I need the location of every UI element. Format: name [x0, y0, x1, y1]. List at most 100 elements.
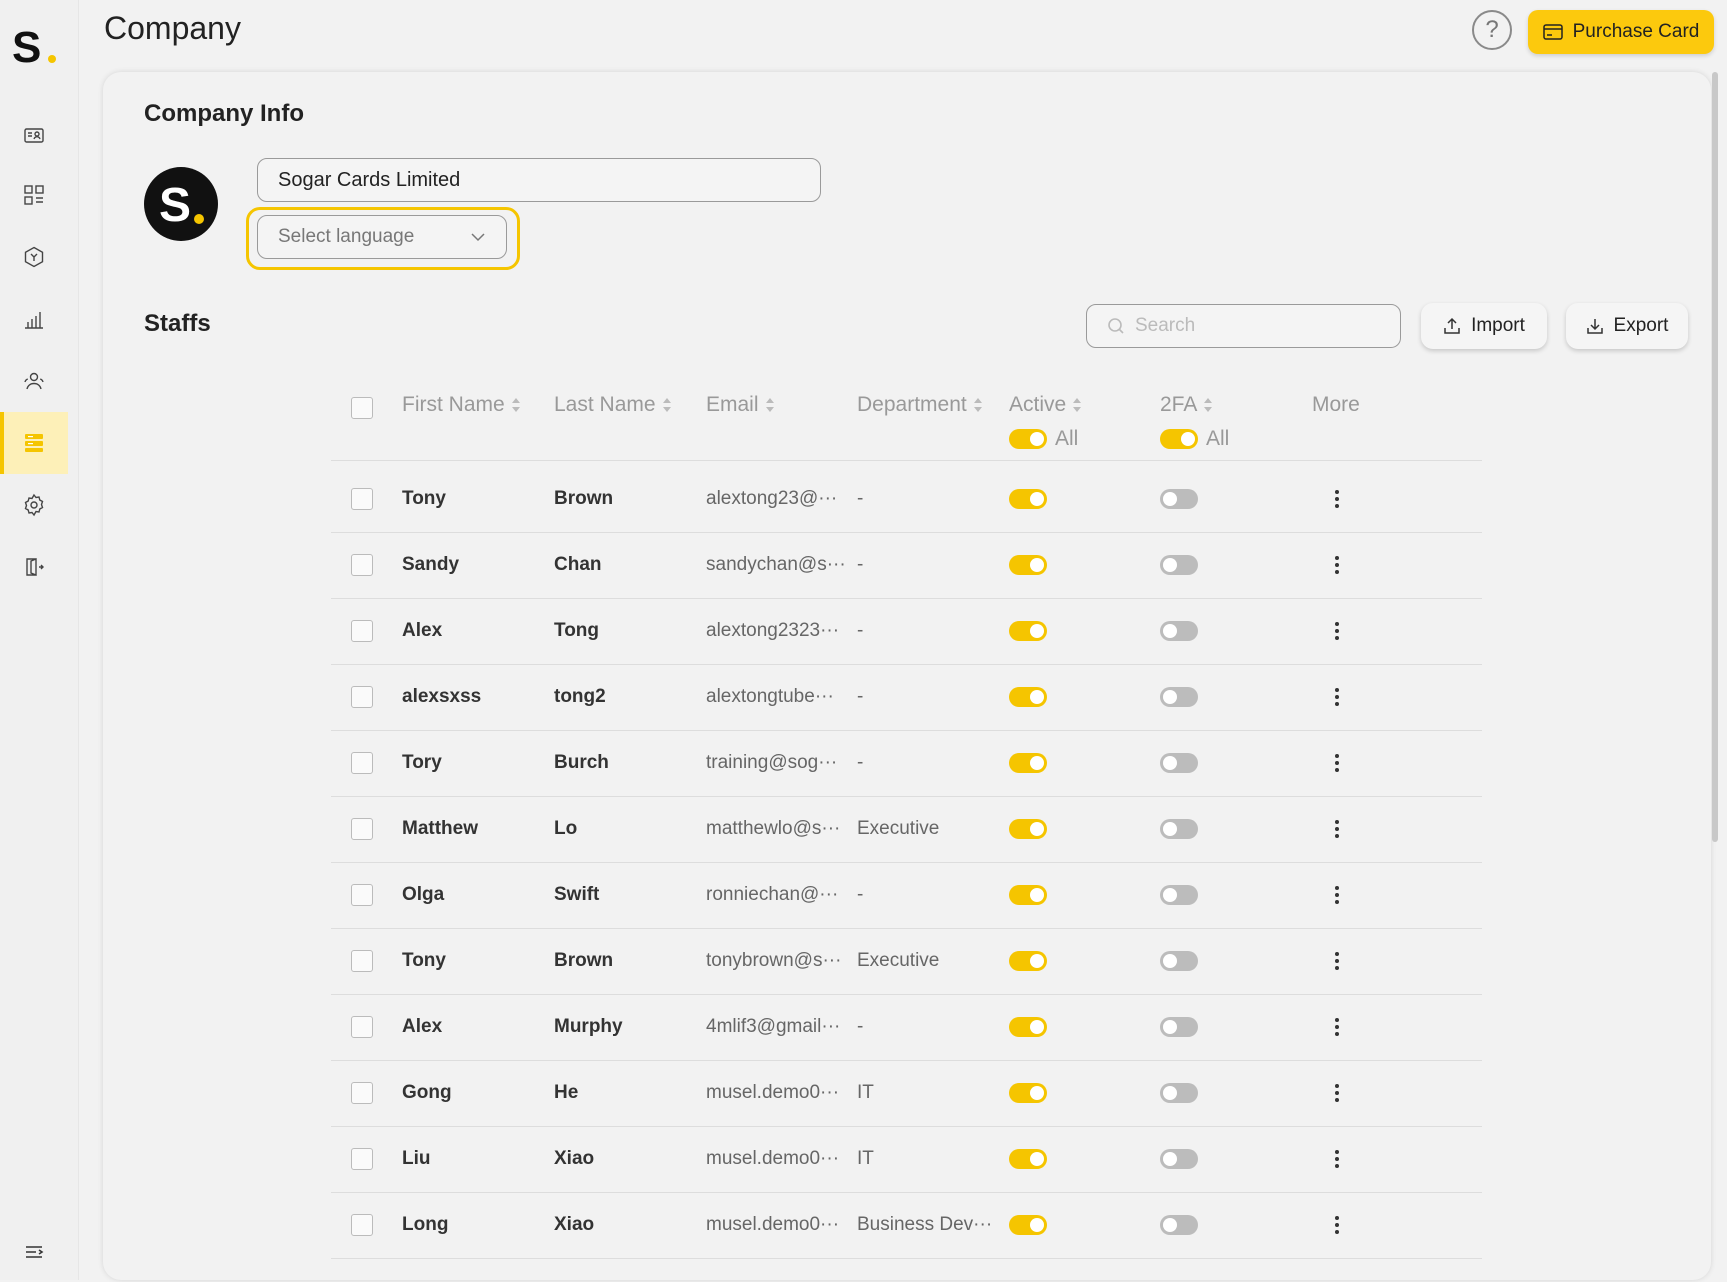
table-row[interactable]: Matthew Lo matthewlo@s··· Executive: [331, 796, 1482, 863]
row-checkbox[interactable]: [351, 1214, 373, 1236]
active-toggle[interactable]: [1009, 621, 1047, 641]
table-row[interactable]: Tony Brown alextong23@··· -: [331, 466, 1482, 533]
row-checkbox[interactable]: [351, 1148, 373, 1170]
email-cell: tonybrown@s···: [706, 950, 842, 971]
company-name-field[interactable]: Sogar Cards Limited: [257, 158, 821, 202]
collapse-menu-button[interactable]: [0, 1222, 68, 1282]
more-options-button[interactable]: [1327, 484, 1347, 514]
select-all-checkbox[interactable]: [351, 397, 373, 419]
table-row[interactable]: Gong He musel.demo0··· IT: [331, 1060, 1482, 1127]
nav-settings[interactable]: [0, 474, 68, 536]
row-checkbox[interactable]: [351, 1016, 373, 1038]
column-department[interactable]: Department: [857, 393, 983, 417]
more-options-button[interactable]: [1327, 1210, 1347, 1240]
active-toggle[interactable]: [1009, 819, 1047, 839]
2fa-toggle[interactable]: [1160, 1083, 1198, 1103]
2fa-filter[interactable]: All: [1160, 427, 1229, 451]
nav-contacts[interactable]: [0, 104, 68, 166]
2fa-toggle[interactable]: [1160, 951, 1198, 971]
2fa-toggle[interactable]: [1160, 621, 1198, 641]
staff-search[interactable]: [1086, 304, 1401, 348]
last-name-cell: Lo: [554, 818, 578, 839]
more-options-button[interactable]: [1327, 1144, 1347, 1174]
nav-logout[interactable]: [0, 536, 68, 598]
table-row[interactable]: Alex Tong alextong2323··· -: [331, 598, 1482, 665]
nav-dashboard[interactable]: [0, 164, 68, 226]
department-cell: -: [857, 884, 864, 905]
more-options-button[interactable]: [1327, 550, 1347, 580]
row-checkbox[interactable]: [351, 752, 373, 774]
language-select[interactable]: Select language: [257, 215, 507, 259]
more-options-button[interactable]: [1327, 1078, 1347, 1108]
import-button[interactable]: Import: [1421, 303, 1547, 349]
active-filter[interactable]: All: [1009, 427, 1078, 451]
active-toggle[interactable]: [1009, 687, 1047, 707]
nav-products[interactable]: [0, 226, 68, 288]
active-filter-toggle[interactable]: [1009, 429, 1047, 449]
help-button[interactable]: ?: [1472, 10, 1512, 50]
active-toggle[interactable]: [1009, 951, 1047, 971]
table-row[interactable]: Liu Xiao musel.demo0··· IT: [331, 1126, 1482, 1193]
nav-company[interactable]: [0, 412, 68, 474]
kebab-dot: [1335, 1084, 1339, 1088]
export-button[interactable]: Export: [1566, 303, 1688, 349]
active-toggle[interactable]: [1009, 1215, 1047, 1235]
2fa-toggle[interactable]: [1160, 555, 1198, 575]
nav-reports[interactable]: [0, 288, 68, 350]
active-toggle[interactable]: [1009, 1149, 1047, 1169]
active-toggle[interactable]: [1009, 885, 1047, 905]
row-checkbox[interactable]: [351, 818, 373, 840]
column-2fa[interactable]: 2FA: [1160, 393, 1213, 417]
more-options-button[interactable]: [1327, 814, 1347, 844]
table-row[interactable]: Olga Swift ronniechan@··· -: [331, 862, 1482, 929]
more-options-button[interactable]: [1327, 946, 1347, 976]
search-input[interactable]: [1133, 314, 1377, 338]
department-cell: -: [857, 488, 864, 509]
column-last-name[interactable]: Last Name: [554, 393, 672, 417]
active-toggle[interactable]: [1009, 555, 1047, 575]
2fa-toggle[interactable]: [1160, 489, 1198, 509]
active-toggle[interactable]: [1009, 1083, 1047, 1103]
table-row[interactable]: Sandy Chan sandychan@s··· -: [331, 532, 1482, 599]
2fa-toggle[interactable]: [1160, 753, 1198, 773]
more-options-button[interactable]: [1327, 616, 1347, 646]
brand-logo[interactable]: S: [12, 26, 60, 68]
2fa-filter-toggle[interactable]: [1160, 429, 1198, 449]
2fa-toggle[interactable]: [1160, 819, 1198, 839]
more-options-button[interactable]: [1327, 682, 1347, 712]
active-toggle[interactable]: [1009, 753, 1047, 773]
company-logo[interactable]: S: [144, 167, 218, 241]
row-checkbox[interactable]: [351, 554, 373, 576]
more-options-button[interactable]: [1327, 748, 1347, 778]
more-options-button[interactable]: [1327, 1012, 1347, 1042]
more-options-button[interactable]: [1327, 880, 1347, 910]
2fa-toggle[interactable]: [1160, 1149, 1198, 1169]
table-row[interactable]: alexsxss tong2 alextongtube··· -: [331, 664, 1482, 731]
column-first-name[interactable]: First Name: [402, 393, 521, 417]
nav-users[interactable]: [0, 350, 68, 412]
row-checkbox[interactable]: [351, 1082, 373, 1104]
column-active[interactable]: Active: [1009, 393, 1082, 417]
2fa-filter-label: All: [1206, 427, 1230, 450]
scrollbar[interactable]: [1712, 72, 1718, 842]
column-department-label: Department: [857, 393, 967, 416]
table-row[interactable]: Tony Brown tonybrown@s··· Executive: [331, 928, 1482, 995]
table-row[interactable]: Tory Burch training@sog··· -: [331, 730, 1482, 797]
table-row[interactable]: Alex Murphy 4mlif3@gmail··· -: [331, 994, 1482, 1061]
table-row[interactable]: Long Xiao musel.demo0··· Business Dev···: [331, 1192, 1482, 1259]
row-checkbox[interactable]: [351, 488, 373, 510]
purchase-card-button[interactable]: Purchase Card: [1528, 10, 1714, 54]
column-email[interactable]: Email: [706, 393, 775, 417]
row-checkbox[interactable]: [351, 950, 373, 972]
email-cell: musel.demo0···: [706, 1082, 840, 1103]
active-toggle[interactable]: [1009, 489, 1047, 509]
row-checkbox[interactable]: [351, 884, 373, 906]
row-checkbox[interactable]: [351, 686, 373, 708]
2fa-toggle[interactable]: [1160, 687, 1198, 707]
row-checkbox[interactable]: [351, 620, 373, 642]
2fa-toggle[interactable]: [1160, 1215, 1198, 1235]
2fa-toggle[interactable]: [1160, 1017, 1198, 1037]
active-toggle[interactable]: [1009, 1017, 1047, 1037]
help-icon: ?: [1485, 16, 1499, 43]
2fa-toggle[interactable]: [1160, 885, 1198, 905]
